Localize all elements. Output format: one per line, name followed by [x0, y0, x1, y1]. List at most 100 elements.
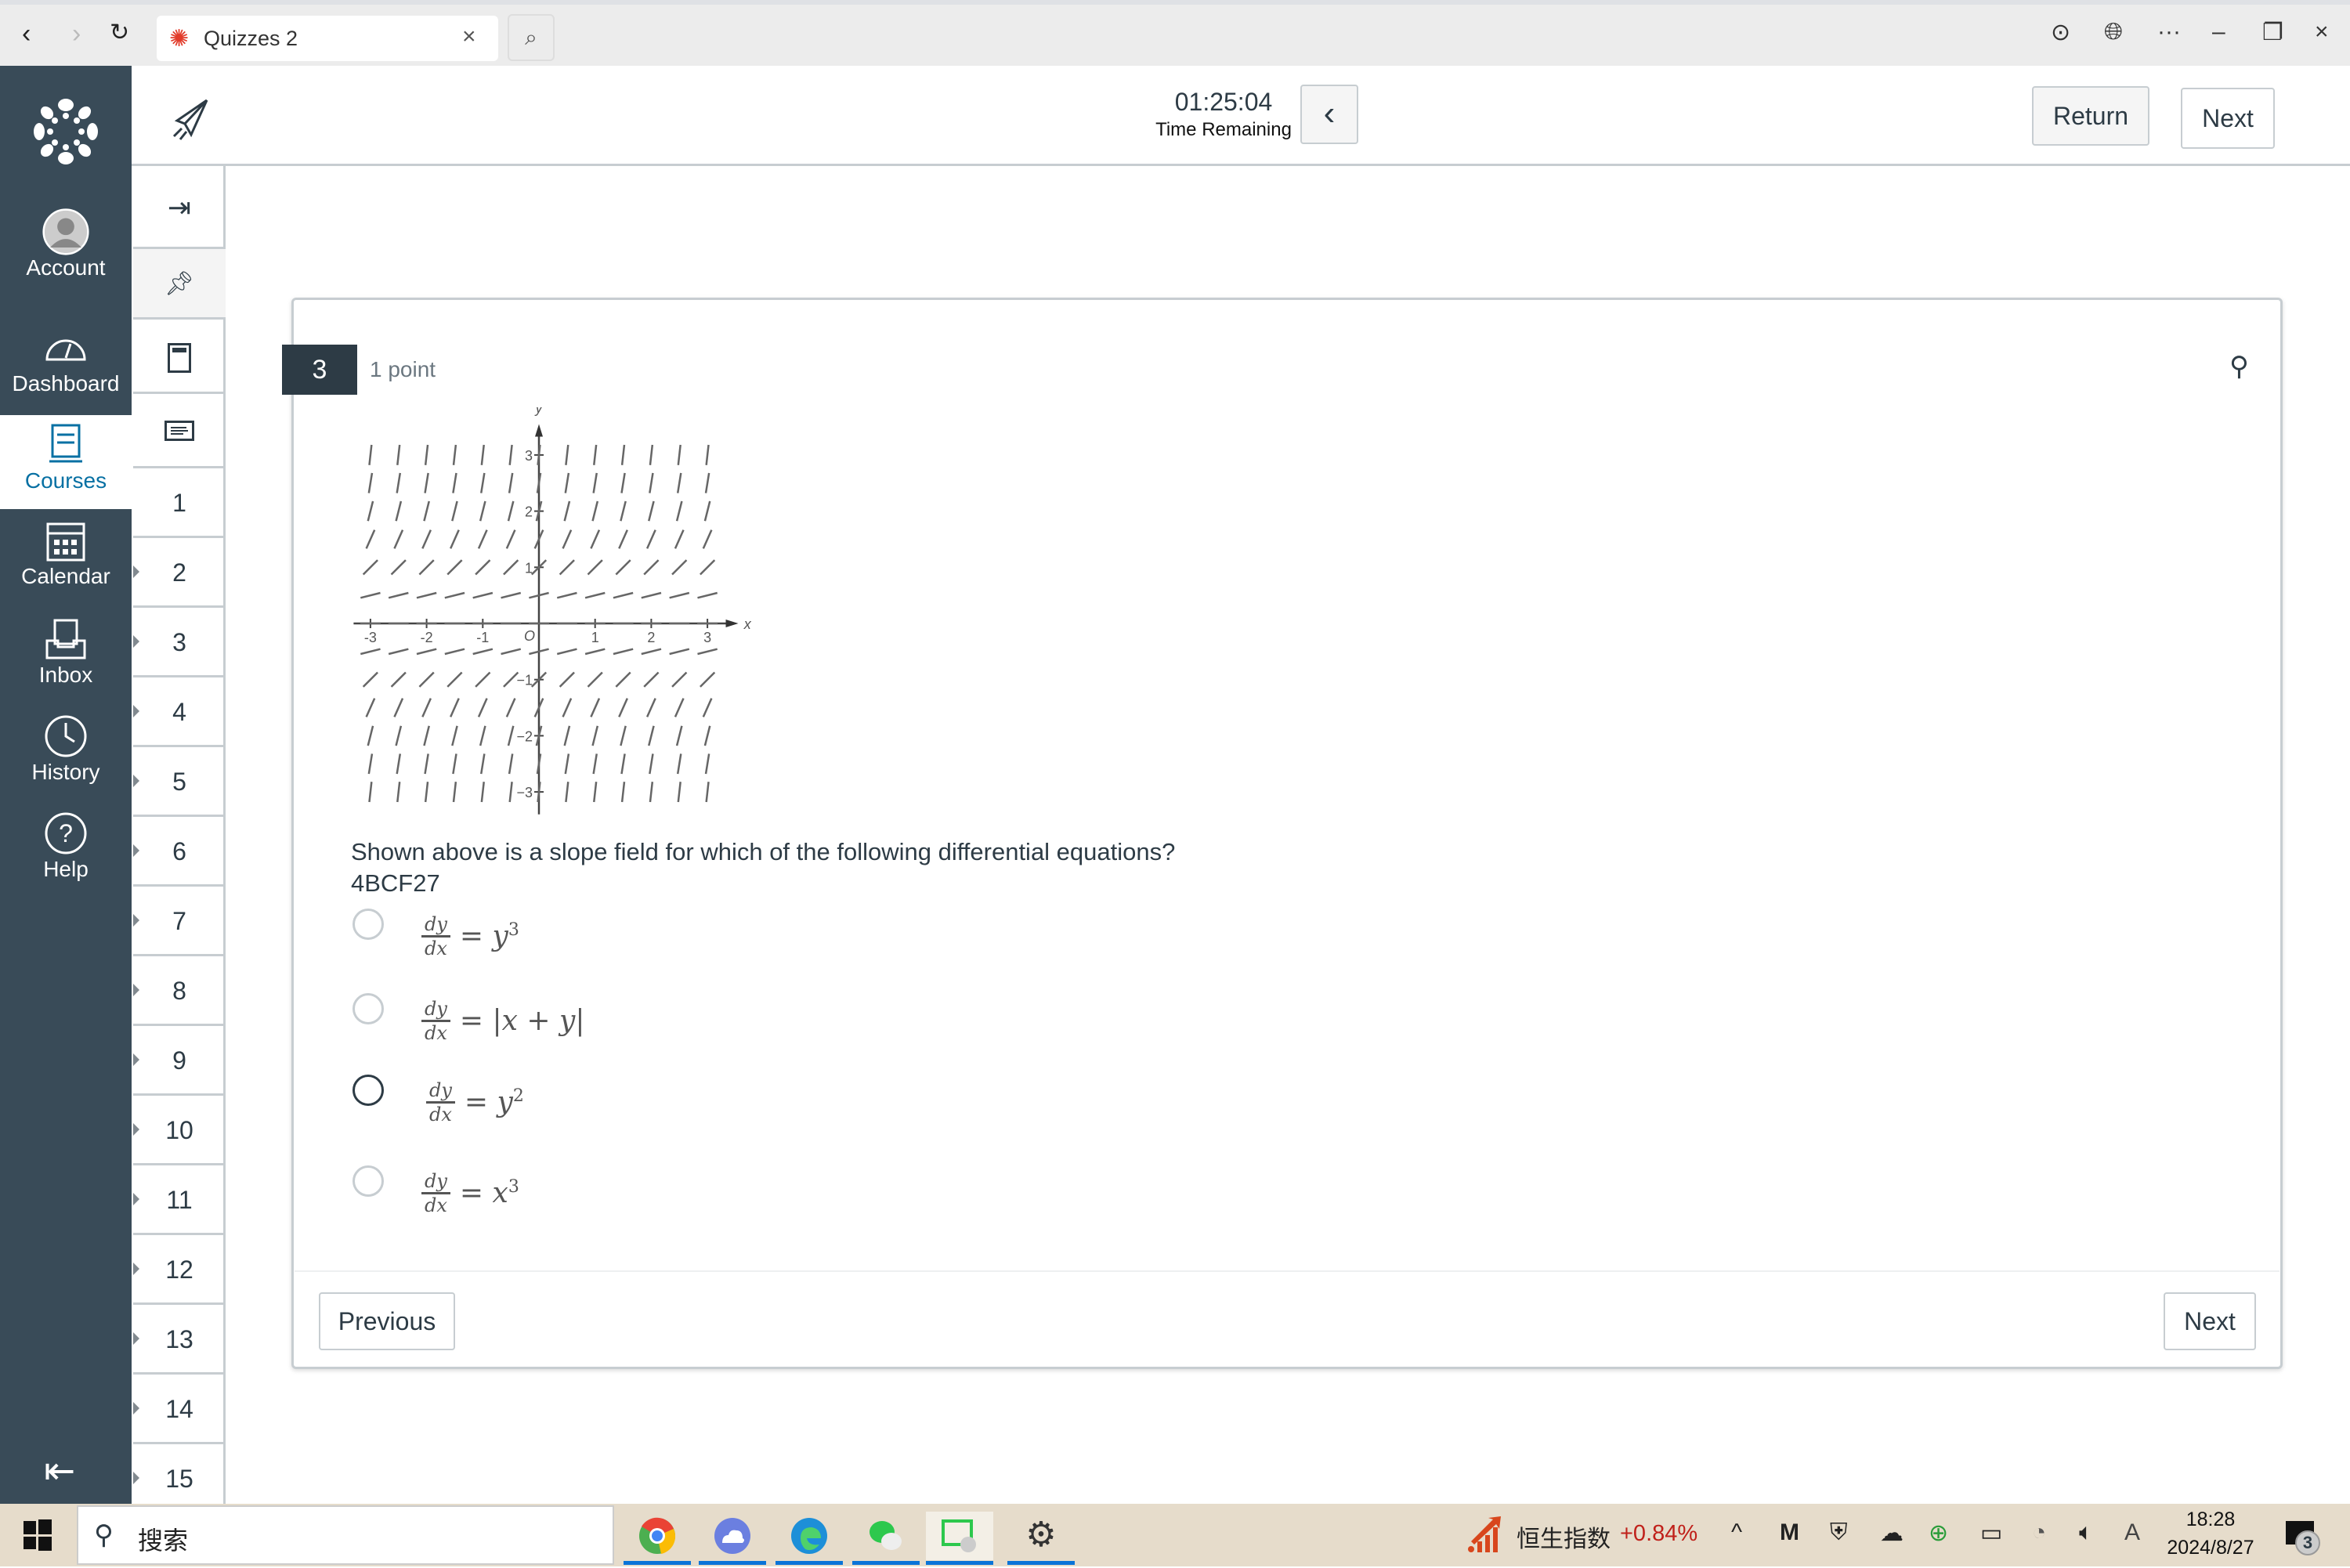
- slope-segment: [368, 782, 373, 803]
- reload-icon[interactable]: ↻: [110, 19, 129, 46]
- question-nav-item[interactable]: 1: [133, 468, 226, 538]
- slope-segment: [423, 500, 430, 522]
- wechat-work-app-icon[interactable]: [926, 1512, 993, 1565]
- question-nav-number: 4: [172, 698, 186, 726]
- slope-segment: [501, 648, 522, 656]
- slope-segment: [450, 529, 460, 549]
- slope-segment: [704, 472, 710, 493]
- cloud-app-icon[interactable]: [699, 1512, 766, 1565]
- globe-icon[interactable]: 🌐︎: [2104, 19, 2123, 45]
- question-nav-item[interactable]: 14: [133, 1375, 226, 1444]
- minimize-icon[interactable]: –: [2212, 19, 2225, 45]
- browser-tab[interactable]: ✺ Quizzes 2 ×: [157, 16, 498, 61]
- answer-option-label[interactable]: dy dx = y2: [426, 1079, 524, 1125]
- question-nav-item[interactable]: 5: [133, 747, 226, 817]
- collapse-nav-icon[interactable]: ⇤: [44, 1449, 75, 1493]
- back-icon[interactable]: ‹: [22, 19, 31, 49]
- expand-triangle-icon: [133, 1193, 139, 1205]
- sidebar-item-calendar[interactable]: Calendar: [0, 517, 132, 589]
- question-nav-item[interactable]: 10: [133, 1096, 226, 1165]
- question-nav-item[interactable]: 11: [133, 1165, 226, 1235]
- question-nav-item[interactable]: 6: [133, 817, 226, 887]
- slope-segment: [676, 753, 682, 775]
- slope-segment: [395, 725, 403, 746]
- windows-start-icon[interactable]: [24, 1519, 52, 1551]
- stock-name[interactable]: 恒生指数: [1517, 1519, 1611, 1554]
- slope-segment: [677, 782, 682, 803]
- sidebar-item-inbox[interactable]: Inbox: [0, 616, 132, 688]
- wifi-icon[interactable]: ◔: [2032, 1519, 2046, 1546]
- question-nav-item[interactable]: 8: [133, 956, 226, 1026]
- answer-radio[interactable]: [352, 909, 384, 940]
- edge-app-icon[interactable]: [776, 1512, 843, 1565]
- answer-option-label[interactable]: dy dx = |x + y|: [421, 998, 584, 1044]
- restore-icon[interactable]: ❐: [2262, 19, 2283, 46]
- toggle-timer-button[interactable]: ‹: [1300, 85, 1358, 144]
- search-icon[interactable]: ⌕: [508, 14, 555, 61]
- slope-segment: [368, 444, 373, 465]
- sidebar-item-dashboard[interactable]: Dashboard: [0, 324, 132, 396]
- answer-option-label[interactable]: dy dx = x3: [421, 1170, 519, 1216]
- question-nav-item[interactable]: 4: [133, 677, 226, 747]
- derivative-fraction: dy dx: [421, 1170, 450, 1216]
- m-app-icon[interactable]: M: [1780, 1519, 1799, 1546]
- close-window-icon[interactable]: ×: [2315, 19, 2329, 45]
- return-button[interactable]: Return: [2032, 86, 2149, 146]
- slope-segment: [702, 529, 713, 549]
- answer-radio[interactable]: [352, 1165, 384, 1197]
- question-nav-item[interactable]: 3: [133, 608, 226, 677]
- slope-segment: [613, 591, 634, 599]
- canvas-logo-icon[interactable]: [31, 97, 100, 166]
- clock-date[interactable]: 2024/8/27: [2159, 1537, 2262, 1559]
- forward-icon[interactable]: ›: [72, 19, 81, 49]
- slope-segment: [620, 444, 626, 465]
- download-icon[interactable]: ⊙: [2051, 19, 2070, 46]
- green-plus-icon[interactable]: ⊕: [1929, 1519, 1948, 1547]
- clock-time[interactable]: 18:28: [2170, 1508, 2251, 1531]
- question-nav-item[interactable]: 9: [133, 1026, 226, 1096]
- question-nav-item[interactable]: 2: [133, 538, 226, 608]
- slope-segment: [618, 529, 628, 549]
- settings-app-icon[interactable]: ⚙: [1007, 1512, 1075, 1565]
- expand-panel-icon[interactable]: ⇥: [133, 166, 226, 249]
- numerator: dy: [421, 1170, 450, 1194]
- question-nav-item[interactable]: 7: [133, 887, 226, 956]
- question-nav-item[interactable]: 12: [133, 1235, 226, 1305]
- exponent: 3: [508, 920, 519, 940]
- slope-segment: [418, 559, 435, 576]
- more-icon[interactable]: ···: [2157, 19, 2181, 45]
- chrome-app-icon[interactable]: [624, 1512, 691, 1565]
- slope-segment: [395, 500, 403, 522]
- question-nav-item[interactable]: 13: [133, 1305, 226, 1375]
- answer-radio[interactable]: [352, 1075, 384, 1106]
- security-shield-icon[interactable]: ⛨: [1830, 1519, 1848, 1546]
- taskbar-search-input[interactable]: ⚲ 搜索: [77, 1505, 614, 1565]
- answer-radio[interactable]: [352, 993, 384, 1024]
- slope-segment: [452, 444, 457, 465]
- wechat-app-icon[interactable]: [852, 1512, 920, 1565]
- calculator-icon[interactable]: [133, 320, 226, 394]
- header-next-button[interactable]: Next: [2181, 88, 2275, 149]
- sidebar-item-courses[interactable]: Courses: [0, 415, 132, 509]
- pin-question-icon[interactable]: ⚲: [2229, 351, 2249, 382]
- sidebar-item-account[interactable]: Account: [0, 208, 132, 280]
- next-button[interactable]: Next: [2164, 1292, 2256, 1350]
- pin-icon[interactable]: 📌︎: [133, 249, 226, 320]
- previous-button[interactable]: Previous: [319, 1292, 455, 1350]
- answer-option-label[interactable]: dy dx = y3: [421, 913, 519, 959]
- slope-segment: [452, 753, 457, 775]
- slope-segment: [508, 753, 514, 775]
- volume-icon[interactable]: 🔈︎: [2079, 1519, 2093, 1546]
- slope-segment: [676, 472, 682, 493]
- cloud-sync-icon[interactable]: ☁: [1880, 1519, 1904, 1547]
- notes-icon[interactable]: [133, 394, 226, 468]
- slope-segment: [390, 671, 407, 688]
- sidebar-item-help[interactable]: ? Help: [0, 810, 132, 882]
- slope-segment: [396, 753, 402, 775]
- slope-segment: [643, 559, 660, 576]
- input-method-icon[interactable]: A: [2124, 1519, 2140, 1546]
- battery-icon[interactable]: ▭: [1980, 1519, 2002, 1547]
- show-hidden-icons-icon[interactable]: ^: [1731, 1519, 1742, 1546]
- tab-close-icon[interactable]: ×: [462, 23, 476, 50]
- sidebar-item-history[interactable]: History: [0, 713, 132, 785]
